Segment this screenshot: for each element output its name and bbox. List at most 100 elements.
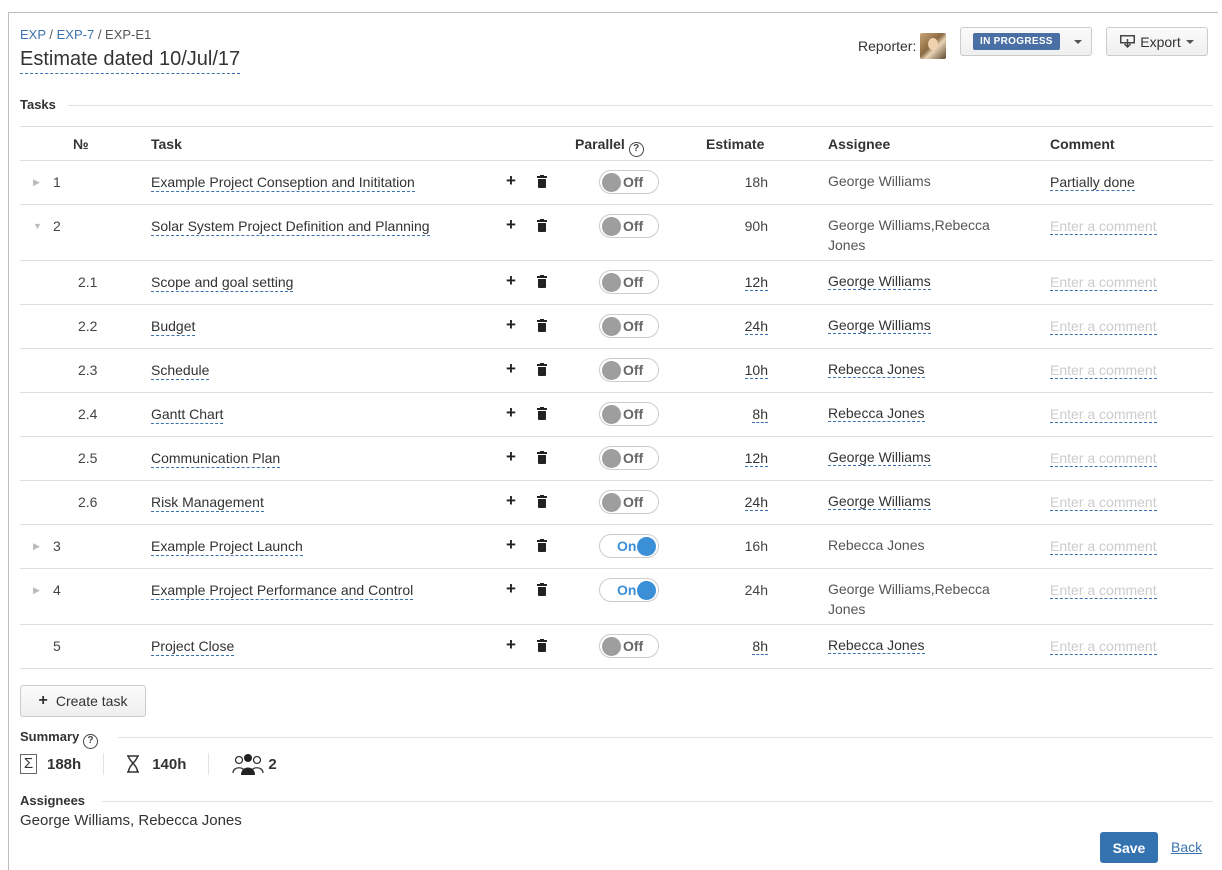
toggle-knob <box>637 537 656 556</box>
expand-arrow-icon[interactable]: ▶ <box>33 177 40 188</box>
task-estimate[interactable]: 24h <box>708 494 768 511</box>
parallel-toggle[interactable]: Off <box>599 314 659 338</box>
add-subtask-icon[interactable]: + <box>506 491 516 511</box>
chevron-down-icon <box>1185 39 1194 44</box>
comment-field[interactable]: Enter a comment <box>1050 638 1157 655</box>
trash-icon[interactable] <box>537 219 547 232</box>
back-link[interactable]: Back <box>1171 839 1202 855</box>
parallel-toggle[interactable]: Off <box>599 358 659 382</box>
trash-icon[interactable] <box>537 583 547 596</box>
task-estimate[interactable]: 12h <box>708 450 768 467</box>
parallel-toggle[interactable]: Off <box>599 270 659 294</box>
trash-icon[interactable] <box>537 451 547 464</box>
status-dropdown[interactable]: IN PROGRESS <box>960 27 1092 56</box>
comment-field[interactable]: Enter a comment <box>1050 218 1157 235</box>
task-name[interactable]: Example Project Conseption and Inititati… <box>151 174 415 192</box>
add-subtask-icon[interactable]: + <box>506 579 516 599</box>
parallel-toggle[interactable]: On <box>599 578 659 602</box>
task-estimate[interactable]: 8h <box>708 406 768 423</box>
task-name[interactable]: Budget <box>151 318 196 336</box>
trash-icon[interactable] <box>537 495 547 508</box>
estimate-value: 18h <box>744 174 768 190</box>
table-row: 2.4 Gantt Chart + Off 8h Rebecca Jones Enter a… <box>20 393 1213 437</box>
toggle-label: Off <box>623 494 644 510</box>
trash-icon[interactable] <box>537 175 547 188</box>
estimate-value: 8h <box>752 406 768 423</box>
tasks-section-title: Tasks <box>20 97 56 112</box>
parallel-toggle[interactable]: Off <box>599 634 659 658</box>
parallel-toggle[interactable]: On <box>599 534 659 558</box>
task-estimate[interactable]: 24h <box>708 318 768 335</box>
task-name[interactable]: Risk Management <box>151 494 264 512</box>
task-estimate[interactable]: 10h <box>708 362 768 379</box>
expand-arrow-icon[interactable]: ▶ <box>33 585 40 596</box>
task-name[interactable]: Solar System Project Definition and Plan… <box>151 218 430 236</box>
help-icon[interactable]: ? <box>628 142 644 157</box>
task-name[interactable]: Communication Plan <box>151 450 281 468</box>
trash-icon[interactable] <box>537 319 547 332</box>
comment-field[interactable]: Enter a comment <box>1050 406 1157 423</box>
trash-icon[interactable] <box>537 407 547 420</box>
col-header-assignee: Assignee <box>828 136 891 152</box>
parallel-toggle[interactable]: Off <box>599 490 659 514</box>
task-name[interactable]: Example Project Performance and Control <box>151 582 414 600</box>
save-button[interactable]: Save <box>1100 832 1158 863</box>
task-estimate[interactable]: 12h <box>708 274 768 291</box>
task-name[interactable]: Example Project Launch <box>151 538 303 556</box>
task-name[interactable]: Gantt Chart <box>151 406 224 424</box>
avatar[interactable] <box>920 33 947 59</box>
create-task-button[interactable]: + Create task <box>20 685 146 717</box>
comment-field[interactable]: Enter a comment <box>1050 274 1157 291</box>
assignee-value: George Williams,Rebecca <box>828 581 990 597</box>
task-assignee[interactable]: George Williams <box>828 315 1018 335</box>
trash-icon[interactable] <box>537 539 547 552</box>
task-assignee[interactable]: Rebecca Jones <box>828 635 1018 655</box>
divider <box>103 753 105 775</box>
add-subtask-icon[interactable]: + <box>506 171 516 191</box>
trash-icon[interactable] <box>537 275 547 288</box>
help-icon[interactable]: ? <box>82 734 98 749</box>
assignee-value-line2: Jones <box>828 601 866 617</box>
summary-section-title: Summary ? <box>20 729 98 749</box>
parallel-toggle[interactable]: Off <box>599 170 659 194</box>
comment-field[interactable]: Partially done <box>1050 174 1135 191</box>
task-assignee[interactable]: George Williams <box>828 271 1018 291</box>
breadcrumb-project-link[interactable]: EXP <box>20 27 46 42</box>
parallel-toggle[interactable]: Off <box>599 402 659 426</box>
comment-field[interactable]: Enter a comment <box>1050 318 1157 335</box>
summary-people-count: 2 <box>268 755 277 773</box>
page-title[interactable]: Estimate dated 10/Jul/17 <box>20 47 241 74</box>
task-name[interactable]: Schedule <box>151 362 210 380</box>
task-assignee[interactable]: George Williams <box>828 491 1018 511</box>
task-estimate: 24h <box>708 582 768 598</box>
collapse-arrow-icon[interactable]: ▼ <box>33 221 42 231</box>
comment-field[interactable]: Enter a comment <box>1050 582 1157 599</box>
task-assignee[interactable]: George Williams <box>828 447 1018 467</box>
add-subtask-icon[interactable]: + <box>506 403 516 423</box>
add-subtask-icon[interactable]: + <box>506 315 516 335</box>
add-subtask-icon[interactable]: + <box>506 535 516 555</box>
task-assignee[interactable]: Rebecca Jones <box>828 403 1018 423</box>
comment-field[interactable]: Enter a comment <box>1050 538 1157 555</box>
add-subtask-icon[interactable]: + <box>506 271 516 291</box>
add-subtask-icon[interactable]: + <box>506 447 516 467</box>
comment-field[interactable]: Enter a comment <box>1050 362 1157 379</box>
parallel-toggle[interactable]: Off <box>599 446 659 470</box>
tasks-table: № Task Parallel ? Estimate Assignee Comm… <box>20 126 1213 669</box>
add-subtask-icon[interactable]: + <box>506 215 516 235</box>
task-estimate[interactable]: 8h <box>708 638 768 655</box>
breadcrumb-issue-link[interactable]: EXP-7 <box>57 27 95 42</box>
summary-stats: Σ 188h 140h 2 <box>20 750 277 778</box>
add-subtask-icon[interactable]: + <box>506 635 516 655</box>
task-name[interactable]: Project Close <box>151 638 235 656</box>
trash-icon[interactable] <box>537 639 547 652</box>
comment-field[interactable]: Enter a comment <box>1050 450 1157 467</box>
export-button[interactable]: Export <box>1106 27 1208 56</box>
comment-field[interactable]: Enter a comment <box>1050 494 1157 511</box>
parallel-toggle[interactable]: Off <box>599 214 659 238</box>
task-name[interactable]: Scope and goal setting <box>151 274 294 292</box>
add-subtask-icon[interactable]: + <box>506 359 516 379</box>
trash-icon[interactable] <box>537 363 547 376</box>
task-assignee[interactable]: Rebecca Jones <box>828 359 1018 379</box>
expand-arrow-icon[interactable]: ▶ <box>33 541 40 552</box>
